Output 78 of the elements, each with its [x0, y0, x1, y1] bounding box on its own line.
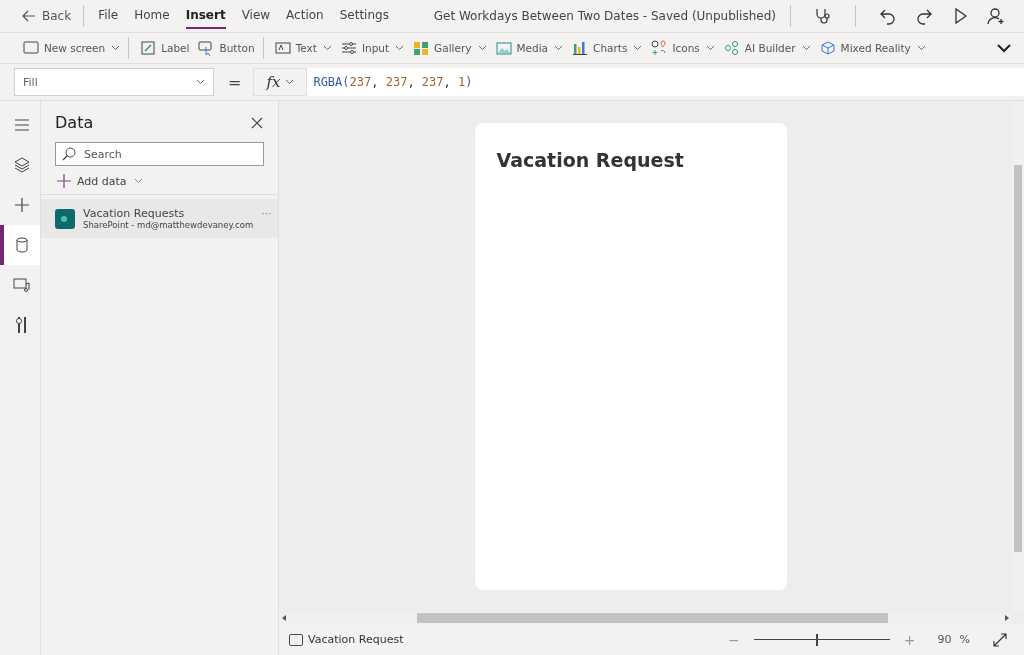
scroll-right-arrow-icon[interactable]	[1005, 615, 1009, 621]
menu-tab[interactable]: View	[241, 3, 271, 29]
expand-arrows-icon	[993, 632, 1007, 647]
toolbar-button[interactable]: Input	[337, 37, 408, 59]
person-add-icon	[987, 7, 1005, 25]
nodes-icon	[723, 40, 740, 56]
property-dropdown[interactable]: Fill	[14, 68, 214, 96]
formula-input[interactable]: RGBA(237, 237, 237, 1)	[307, 68, 1024, 96]
chevron-down-icon	[111, 45, 121, 51]
app-title: Get Workdays Between Two Dates - Saved (Unpublished)	[433, 9, 776, 23]
equals-sign: =	[228, 72, 242, 92]
data-source-detail: SharePoint - md@matthewdevaney.com	[83, 220, 254, 230]
chevron-down-icon	[196, 79, 205, 85]
data-source-name: Vacation Requests	[83, 207, 186, 220]
function-button[interactable]: fx	[253, 68, 308, 96]
back-button[interactable]: Back	[22, 4, 78, 28]
menu-tab[interactable]: Settings	[339, 3, 389, 29]
toolbar-button[interactable]: Label	[137, 37, 193, 59]
chevron-down-icon	[285, 79, 295, 85]
media-devices-icon	[13, 276, 31, 294]
chevron-down-icon	[801, 45, 811, 51]
toolbar-button[interactable]: Mixed Reality	[816, 37, 929, 59]
icons-set-icon	[651, 40, 668, 56]
sidebar-button[interactable]	[0, 225, 40, 265]
stethoscope-icon	[814, 7, 832, 25]
toolbar-button[interactable]: Charts	[569, 37, 646, 59]
screen-selector[interactable]: Vacation Request	[289, 633, 404, 646]
add-data-button[interactable]: Add data	[57, 174, 143, 188]
database-icon	[13, 236, 31, 254]
screen-icon	[23, 40, 39, 56]
zoom-value: 90	[937, 633, 952, 646]
menu-icon	[13, 116, 31, 134]
pointer-button-icon	[198, 40, 215, 56]
sharepoint-logo-icon	[55, 208, 75, 229]
gallery-grid-icon	[413, 40, 430, 56]
undo-icon	[879, 7, 897, 25]
chevron-down-icon	[554, 45, 564, 51]
toolbar-button[interactable]: Icons	[648, 37, 718, 59]
chevron-down-icon	[705, 45, 715, 51]
toolbar-button[interactable]: Text	[271, 37, 335, 59]
chevron-down-icon	[916, 45, 926, 51]
chevron-down-icon	[395, 45, 405, 51]
bar-chart-icon	[572, 40, 589, 56]
horizontal-scrollbar[interactable]	[279, 612, 1012, 624]
chevron-down-icon	[133, 178, 143, 184]
back-arrow-icon	[22, 10, 36, 22]
toolbar-button[interactable]: New screen	[20, 37, 130, 59]
zoom-unit: %	[959, 633, 970, 646]
toolbar-button[interactable]: Gallery	[410, 37, 490, 59]
text-box-icon	[274, 40, 291, 56]
menu-tab[interactable]: Insert	[185, 3, 226, 29]
scroll-left-arrow-icon[interactable]	[282, 615, 286, 621]
toolbar-button[interactable]: AI Builder	[720, 37, 814, 59]
screen-icon	[289, 633, 303, 646]
cube-icon	[819, 40, 836, 56]
menu-tab[interactable]: File	[98, 3, 119, 29]
toolbar-button[interactable]: Button	[195, 37, 264, 59]
menu-tab[interactable]: Home	[134, 3, 170, 29]
data-source-item[interactable]: Vacation Requests SharePoint - md@matthewdevaney.com ···	[41, 199, 278, 238]
plus-icon	[13, 196, 31, 214]
chevron-down-icon	[322, 45, 332, 51]
toolbar-button[interactable]: Media	[492, 37, 567, 59]
screen-title: Vacation Request	[496, 149, 685, 171]
close-icon	[251, 116, 263, 129]
slider-thumb[interactable]	[816, 633, 819, 646]
panel-title: Data	[55, 113, 94, 132]
image-icon	[495, 40, 512, 56]
sliders-icon	[340, 40, 357, 56]
search-field[interactable]: Search	[55, 142, 264, 166]
redo-icon	[915, 7, 933, 25]
chevron-down-icon	[633, 45, 643, 51]
menu-tab[interactable]: Action	[286, 3, 324, 29]
plus-icon	[57, 174, 71, 188]
chevron-down-icon	[997, 43, 1011, 53]
search-icon	[62, 147, 76, 161]
layers-icon	[13, 156, 31, 174]
chevron-down-icon	[477, 45, 487, 51]
pencil-square-icon	[140, 40, 157, 56]
